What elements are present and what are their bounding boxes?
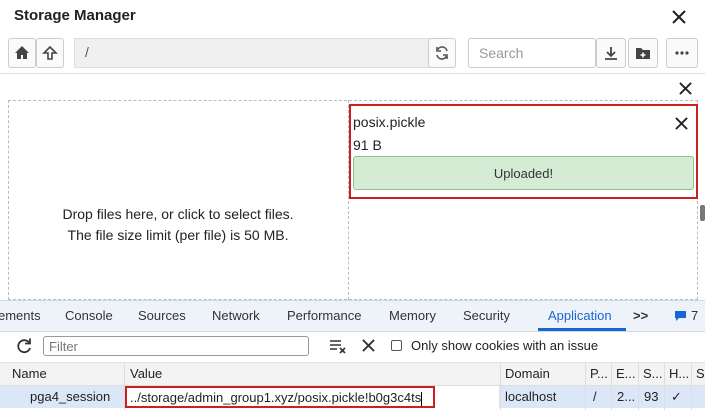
- column-divider[interactable]: [611, 363, 612, 410]
- storage-manager-dialog: Storage Manager / Search Drop files here…: [0, 0, 705, 300]
- cookie-domain: localhost: [505, 389, 557, 404]
- home-button[interactable]: [8, 38, 36, 68]
- cookie-expires: 2...: [617, 389, 636, 404]
- file-name: posix.pickle: [353, 114, 426, 130]
- column-divider[interactable]: [500, 363, 501, 410]
- close-icon: [678, 81, 692, 95]
- refresh-icon: [436, 46, 448, 60]
- close-upload-panel-button[interactable]: [676, 79, 694, 97]
- column-secure[interactable]: S: [696, 366, 705, 381]
- remove-file-button[interactable]: [672, 114, 690, 132]
- cookies-toolbar: Filter Only show cookies with an issue: [0, 332, 705, 363]
- cookie-httponly: ✓: [671, 389, 682, 404]
- text-caret: [421, 391, 423, 406]
- column-path[interactable]: P...: [590, 366, 608, 381]
- cookie-size: 93: [644, 389, 659, 404]
- only-issues-checkbox[interactable]: [391, 340, 402, 351]
- column-expires[interactable]: E...: [616, 366, 636, 381]
- cookie-value-text: ../storage/admin_group1.xyz/posix.pickle…: [130, 390, 422, 405]
- clear-filtered-cookies-button[interactable]: [329, 338, 347, 354]
- parent-folder-button[interactable]: [36, 38, 64, 68]
- more-options-button[interactable]: [666, 38, 698, 68]
- dropzone-text-line1: Drop files here, or click to select file…: [62, 206, 294, 222]
- arrow-up-icon: [42, 45, 58, 60]
- filter-input[interactable]: Filter: [43, 336, 309, 356]
- issues-icon[interactable]: [674, 310, 687, 322]
- table-row[interactable]: pga4_session ../storage/admin_group1.xyz…: [0, 386, 705, 408]
- column-httponly[interactable]: H...: [669, 366, 689, 381]
- tab-memory[interactable]: Memory: [389, 308, 436, 323]
- add-folder-icon: [636, 48, 650, 59]
- close-icon: [674, 116, 688, 130]
- tab-application[interactable]: Application: [548, 308, 612, 323]
- upload-status-bar: Uploaded!: [353, 156, 694, 190]
- column-divider[interactable]: [638, 363, 639, 410]
- tab-performance[interactable]: Performance: [287, 308, 361, 323]
- more-horizontal-icon: [675, 51, 689, 55]
- tab-console[interactable]: Console: [65, 308, 113, 323]
- column-divider[interactable]: [664, 363, 665, 410]
- delete-cookie-button[interactable]: [362, 339, 375, 352]
- close-icon: [672, 10, 686, 24]
- file-size: 91 B: [353, 137, 382, 153]
- path-field[interactable]: /: [74, 38, 434, 68]
- active-tab-indicator: [538, 328, 626, 331]
- scrollbar-thumb[interactable]: [700, 205, 705, 221]
- download-icon: [605, 47, 617, 60]
- cookie-value-editor[interactable]: ../storage/admin_group1.xyz/posix.pickle…: [125, 386, 499, 408]
- column-divider[interactable]: [691, 363, 692, 410]
- cookie-value-input[interactable]: ../storage/admin_group1.xyz/posix.pickle…: [125, 386, 435, 408]
- cookie-name: pga4_session: [30, 389, 111, 404]
- file-toolbar: / Search: [8, 38, 698, 70]
- toolbar-divider: [0, 73, 705, 74]
- refresh-icon: [17, 338, 31, 354]
- new-folder-button[interactable]: [628, 38, 658, 68]
- cookies-table-header: Name Value Domain P... E... S... H... S: [0, 363, 705, 386]
- issues-count[interactable]: 7: [691, 308, 698, 323]
- column-size[interactable]: S...: [643, 366, 663, 381]
- tab-elements[interactable]: ements: [0, 308, 41, 323]
- close-icon: [362, 339, 375, 352]
- search-input[interactable]: Search: [468, 38, 596, 68]
- column-value[interactable]: Value: [130, 366, 162, 381]
- dialog-title: Storage Manager: [14, 7, 136, 24]
- clear-list-icon: [330, 340, 346, 354]
- more-tabs-button[interactable]: >>: [633, 308, 648, 323]
- column-name[interactable]: Name: [12, 366, 47, 381]
- refresh-button[interactable]: [428, 38, 456, 68]
- dropzone-instructions[interactable]: Drop files here, or click to select file…: [8, 204, 348, 246]
- column-divider[interactable]: [585, 363, 586, 410]
- tab-sources[interactable]: Sources: [138, 308, 186, 323]
- column-domain[interactable]: Domain: [505, 366, 550, 381]
- column-divider[interactable]: [124, 363, 125, 410]
- only-issues-label[interactable]: Only show cookies with an issue: [411, 338, 598, 353]
- download-button[interactable]: [596, 38, 626, 68]
- devtools-tab-bar: ements Console Sources Network Performan…: [0, 301, 705, 332]
- home-icon: [15, 46, 29, 59]
- refresh-cookies-button[interactable]: [15, 337, 33, 355]
- devtools-panel: ements Console Sources Network Performan…: [0, 300, 705, 412]
- uploaded-file-card: posix.pickle 91 B Uploaded!: [349, 104, 698, 199]
- cookie-path: /: [593, 389, 597, 404]
- close-dialog-button[interactable]: [670, 8, 688, 26]
- tab-network[interactable]: Network: [212, 308, 260, 323]
- tab-security[interactable]: Security: [463, 308, 510, 323]
- dropzone-text-line2: The file size limit (per file) is 50 MB.: [67, 227, 289, 243]
